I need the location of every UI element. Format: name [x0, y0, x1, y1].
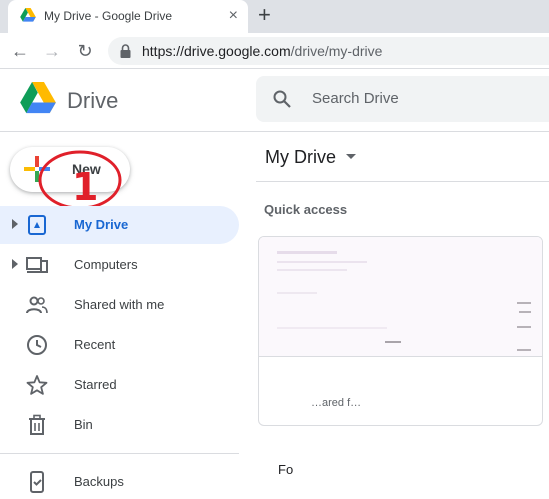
plus-icon [24, 156, 50, 182]
sidebar-item-recent[interactable]: Recent [0, 326, 239, 364]
sidebar-item-my-drive[interactable]: My Drive [0, 206, 239, 244]
sidebar-item-label: Bin [74, 417, 93, 432]
sidebar-item-shared-with-me[interactable]: Shared with me [0, 286, 239, 324]
chevron-down-icon[interactable] [345, 153, 357, 161]
expand-caret-icon[interactable] [11, 219, 19, 229]
file-card-info: …ared f… [259, 357, 542, 425]
document-preview-image [259, 237, 542, 357]
quick-access-heading: Quick access [264, 202, 348, 217]
url-text: https://drive.google.com/drive/my-drive [142, 43, 382, 59]
google-drive-logo-icon[interactable] [20, 82, 56, 114]
expand-caret-icon[interactable] [11, 259, 19, 269]
main-divider [256, 181, 549, 182]
backups-icon [30, 471, 44, 493]
bin-icon [29, 414, 45, 435]
sidebar-item-label: Starred [74, 377, 117, 392]
url-path: /drive/my-drive [290, 43, 383, 59]
reload-icon[interactable]: ↻ [74, 40, 96, 62]
sidebar-item-backups[interactable]: Backups [0, 463, 239, 499]
new-tab-button[interactable]: + [258, 4, 271, 26]
my-drive-icon [28, 215, 46, 235]
tab-title: My Drive - Google Drive [44, 9, 173, 23]
sidebar-item-label: Shared with me [74, 297, 165, 312]
forward-arrow-icon[interactable]: → [41, 40, 63, 62]
computers-icon [26, 257, 48, 273]
shared-icon [26, 296, 48, 314]
file-card-name: …ared f… [311, 397, 362, 409]
search-placeholder: Search Drive [312, 90, 399, 107]
file-thumbnail [259, 237, 542, 357]
search-drive-input[interactable]: Search Drive [256, 76, 549, 122]
app-name[interactable]: Drive [67, 88, 118, 114]
browser-tab[interactable]: My Drive - Google Drive × [8, 0, 248, 33]
drive-header: Drive Search Drive [0, 70, 549, 132]
folders-heading: Fo [278, 462, 294, 477]
sidebar-item-label: Recent [74, 337, 116, 352]
page-title[interactable]: My Drive [265, 147, 336, 168]
new-button-label: New [72, 161, 101, 177]
browser-tabstrip: My Drive - Google Drive × + [0, 0, 549, 33]
google-drive-favicon-icon [20, 8, 36, 22]
new-button[interactable]: New [10, 147, 130, 192]
sidebar-divider [0, 453, 239, 454]
back-arrow-icon[interactable]: ← [9, 40, 31, 62]
search-icon[interactable] [272, 89, 292, 109]
sidebar-item-starred[interactable]: Starred [0, 366, 239, 404]
sidebar-item-label: Backups [74, 474, 124, 489]
sidebar-item-label: My Drive [74, 217, 129, 232]
recent-clock-icon [27, 335, 47, 355]
sidebar-item-label: Computers [74, 257, 138, 272]
sidebar-item-computers[interactable]: Computers [0, 246, 239, 284]
lock-icon [120, 44, 131, 58]
sidebar-item-bin[interactable]: Bin [0, 406, 239, 444]
url-host: https://drive.google.com [142, 43, 291, 59]
browser-toolbar: ← → ↻ https://drive.google.com/drive/my-… [0, 33, 549, 69]
address-bar[interactable]: https://drive.google.com/drive/my-drive [108, 37, 549, 65]
star-icon [26, 375, 48, 395]
quick-access-file-card[interactable]: …ared f… [258, 236, 543, 426]
tab-close-icon[interactable]: × [229, 6, 238, 26]
